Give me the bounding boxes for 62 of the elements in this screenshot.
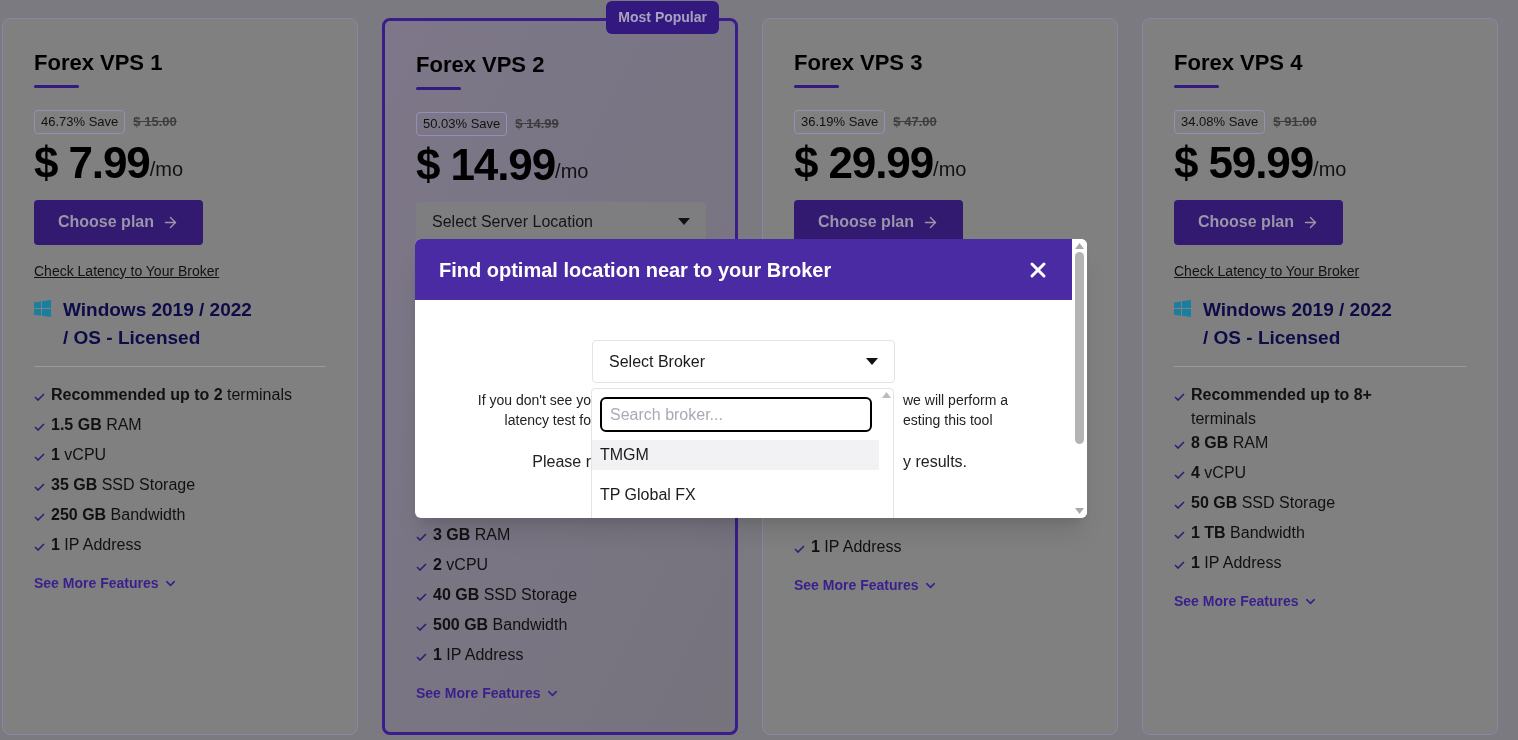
note-text: y results. xyxy=(903,452,967,472)
price-period: /mo xyxy=(933,157,967,182)
feature-text: 3 GB RAM xyxy=(433,524,512,545)
broker-search-field[interactable]: Search broker... xyxy=(600,397,872,432)
save-badge: 50.03% Save xyxy=(416,112,508,136)
popular-badge: Most Popular xyxy=(606,1,719,34)
see-more-link[interactable]: See More Features xyxy=(1174,590,1318,612)
note-text: esting this tool xyxy=(903,411,993,430)
feature-text: 40 GB SSD Storage xyxy=(433,584,579,605)
modal-title: Find optimal location near to your Broker xyxy=(439,257,832,283)
feature-text: 1 IP Address xyxy=(51,534,143,555)
latency-link[interactable]: Check Latency to Your Broker xyxy=(1174,260,1466,282)
see-more-link[interactable]: See More Features xyxy=(416,682,560,704)
note-text: we will perform a xyxy=(903,391,1009,410)
feature-text: 35 GB SSD Storage xyxy=(51,474,197,495)
price: $ 59.99 xyxy=(1174,136,1314,189)
choose-plan-button[interactable]: Choose plan xyxy=(34,199,203,245)
os-label: Windows 2019 / 2022 / OS - Licensed xyxy=(63,297,253,350)
latency-link[interactable]: Check Latency to Your Broker xyxy=(34,260,326,282)
feature-text: 1 IP Address xyxy=(433,644,525,665)
see-more-link[interactable]: See More Features xyxy=(34,572,178,594)
feature-text: 8 GB RAM xyxy=(1191,432,1270,453)
old-price: $ 47.00 xyxy=(893,113,937,131)
plan-title: Forex VPS 3 xyxy=(794,49,924,77)
price: $ 29.99 xyxy=(794,136,934,189)
save-badge: 36.19% Save xyxy=(794,110,886,134)
feature-text: 50 GB SSD Storage xyxy=(1191,492,1337,513)
note-text: latency test fo xyxy=(504,411,591,430)
select-placeholder: Select Broker xyxy=(609,351,706,372)
plan-title: Forex VPS 4 xyxy=(1174,49,1304,77)
feature-text: Recommended up to 8+ terminals xyxy=(1191,384,1373,429)
price: $ 14.99 xyxy=(416,138,556,191)
feature-text: 1 vCPU xyxy=(51,444,108,465)
server-location-select[interactable]: Select Server Location xyxy=(416,201,706,242)
price: $ 7.99 xyxy=(34,136,150,189)
plan-title: Forex VPS 1 xyxy=(34,49,164,77)
save-badge: 34.08% Save xyxy=(1174,110,1266,134)
feature-text: Recommended up to 2 terminals xyxy=(51,384,293,405)
broker-option[interactable]: TMGM xyxy=(592,440,879,470)
choose-plan-button[interactable]: Choose plan xyxy=(1174,199,1343,245)
feature-text: 4 vCPU xyxy=(1191,462,1248,483)
price-period: /mo xyxy=(555,159,589,184)
price-period: /mo xyxy=(149,157,184,182)
feature-text: 2 vCPU xyxy=(433,554,490,575)
save-badge: 46.73% Save xyxy=(34,110,126,134)
old-price: $ 91.00 xyxy=(1273,113,1317,131)
old-price: $ 14.99 xyxy=(515,115,559,133)
old-price: $ 15.00 xyxy=(133,113,177,131)
note-text: Please r xyxy=(532,452,591,472)
feature-text: 1.5 GB RAM xyxy=(51,414,143,435)
see-more-link[interactable]: See More Features xyxy=(794,574,938,596)
feature-text: 1 IP Address xyxy=(1191,552,1283,573)
feature-text: 250 GB Bandwidth xyxy=(51,504,187,525)
feature-text: 500 GB Bandwidth xyxy=(433,614,569,635)
note-text: If you don't see yo xyxy=(477,391,591,410)
price-period: /mo xyxy=(1313,157,1347,182)
feature-text: 1 TB Bandwidth xyxy=(1191,522,1306,543)
os-label: Windows 2019 / 2022 / OS - Licensed xyxy=(1203,297,1393,350)
broker-select[interactable]: Select Broker xyxy=(592,340,895,383)
plan-title: Forex VPS 2 xyxy=(416,51,546,79)
feature-text: 1 IP Address xyxy=(811,536,903,557)
select-value: Select Server Location xyxy=(432,211,593,232)
